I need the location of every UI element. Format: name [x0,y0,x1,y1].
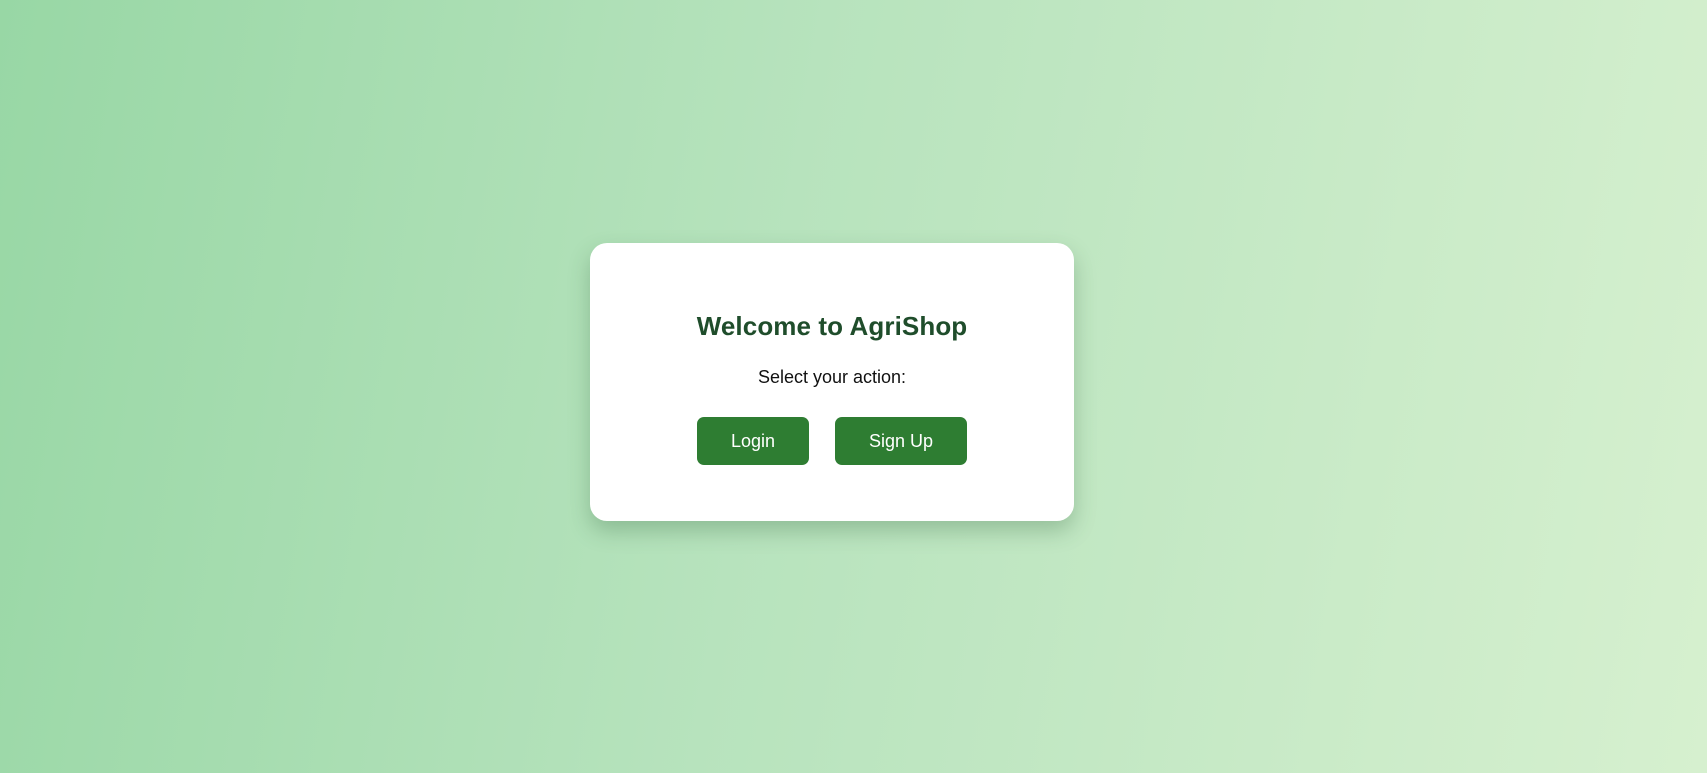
welcome-card: Welcome to AgriShop Select your action: … [590,243,1074,521]
login-button[interactable]: Login [697,417,809,465]
action-prompt: Select your action: [757,367,907,387]
page-title: Welcome to AgriShop [696,311,968,341]
signup-button[interactable]: Sign Up [835,417,967,465]
